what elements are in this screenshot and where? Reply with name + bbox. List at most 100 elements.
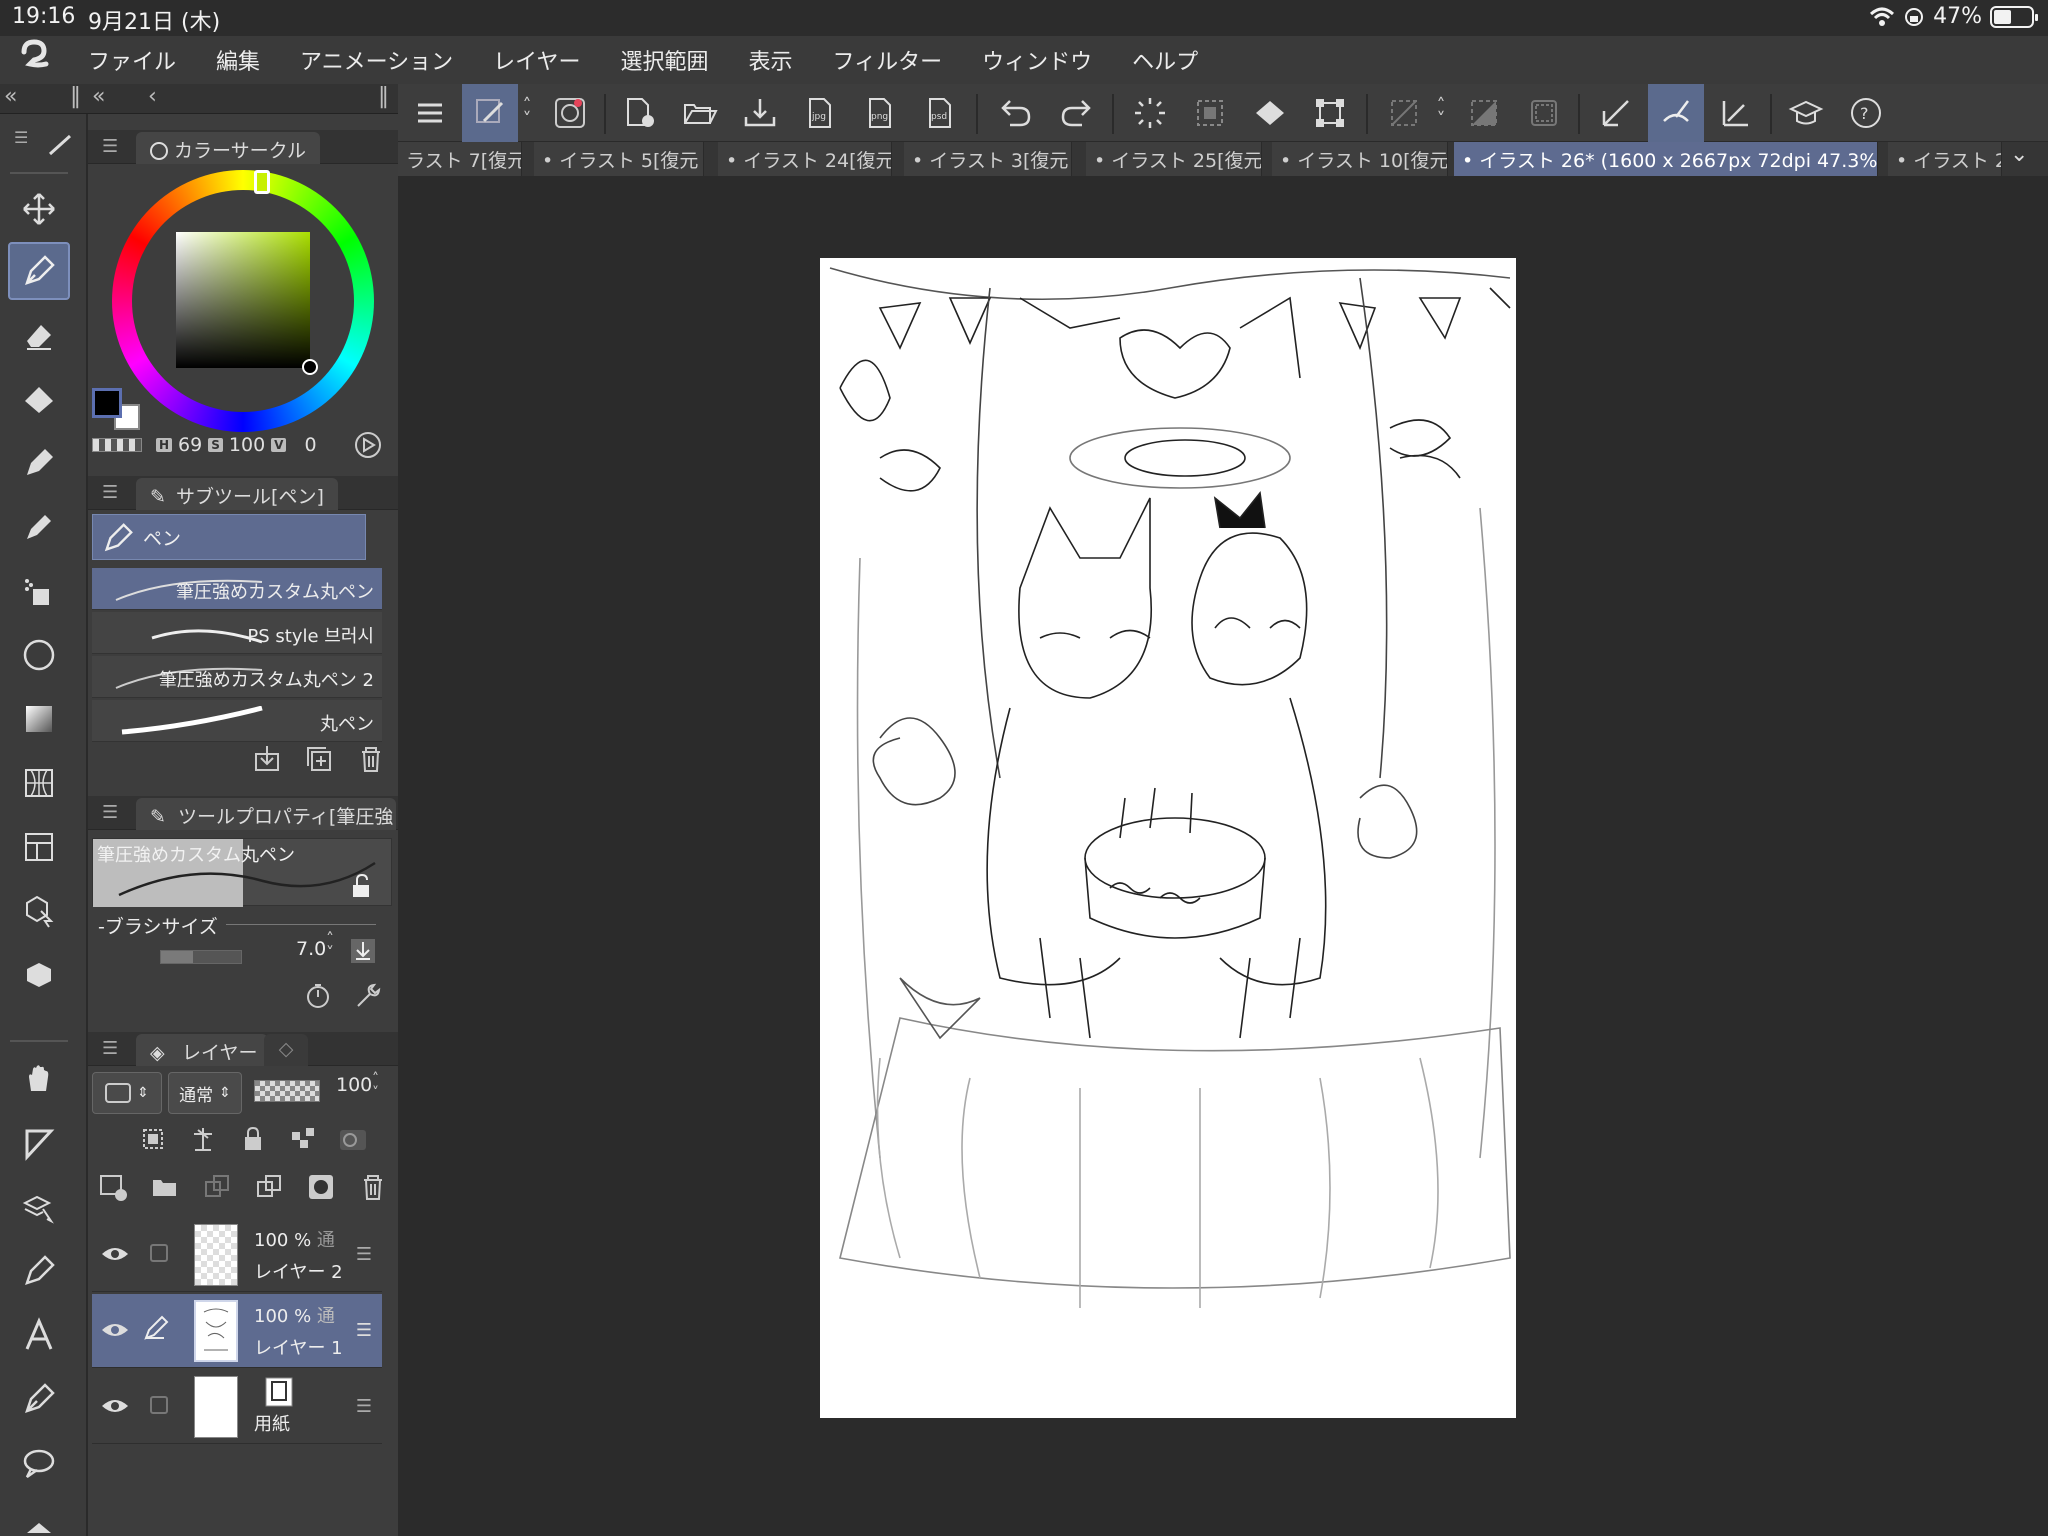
redo-button[interactable] (1048, 84, 1104, 142)
palette-menu-icon[interactable]: ☰ (14, 128, 28, 147)
layer-row[interactable]: 用紙 ☰ (92, 1370, 382, 1444)
chevron-left-icon[interactable]: ‹ (148, 84, 157, 109)
sub-pen-tool[interactable] (8, 1242, 70, 1300)
menu-filter[interactable]: フィルター (813, 44, 963, 76)
menu-view[interactable]: 表示 (729, 44, 813, 76)
layer-select-tool[interactable] (8, 1178, 70, 1236)
menu-edit[interactable]: 編集 (196, 44, 280, 76)
rotate-view-tool[interactable] (8, 1114, 70, 1172)
pen-alt-tool[interactable] (8, 434, 70, 492)
document-tab-active[interactable]: • イラスト 26* (1600 x 2667px 72dpi 47.3%) (1454, 142, 1878, 176)
clip-layer-icon[interactable] (138, 1124, 168, 1154)
pen-tool[interactable] (8, 242, 70, 300)
drawing-canvas[interactable] (820, 258, 1516, 1418)
hand-tool[interactable] (8, 1050, 70, 1108)
ruler-tool[interactable] (8, 754, 70, 812)
export-jpg-button[interactable]: jpg (792, 84, 848, 142)
tab-tool-property[interactable]: ✎ ツールプロパティ[筆圧強 (136, 798, 396, 830)
undo-button[interactable] (988, 84, 1044, 142)
layer-select-checkbox[interactable] (150, 1244, 168, 1262)
pencil-tool[interactable] (8, 498, 70, 556)
palette-menu-icon[interactable]: ☰ (102, 482, 118, 503)
deselect-button[interactable] (1376, 84, 1432, 142)
tab-subtool[interactable]: ✎ サブツール[ペン] (136, 478, 338, 510)
tab-overflow-chevron-icon[interactable]: ⌄ (2010, 142, 2028, 167)
object-tool[interactable] (8, 882, 70, 940)
open-button[interactable] (672, 84, 728, 142)
duplicate-icon[interactable] (304, 744, 334, 774)
document-tab[interactable]: ラスト 7[復元 (398, 142, 522, 176)
frame-tool[interactable] (8, 818, 70, 876)
lock-transparency-icon[interactable] (288, 1124, 318, 1154)
companion-button[interactable] (542, 84, 598, 142)
menu-window[interactable]: ウィンドウ (962, 44, 1112, 76)
palette-menu-icon[interactable]: ☰ (102, 1038, 118, 1059)
menu-help[interactable]: ヘルプ (1112, 44, 1218, 76)
palette-menu-icon[interactable]: ☰ (102, 136, 118, 157)
tab-layer[interactable]: ◈ レイヤー (136, 1034, 268, 1066)
text-tool[interactable] (8, 1306, 70, 1364)
layer-menu-icon[interactable]: ☰ (356, 1244, 372, 1265)
eraser-tool[interactable] (8, 306, 70, 364)
layer-row[interactable]: 100 % 通 レイヤー 2 ☰ (92, 1218, 382, 1292)
brush-item[interactable]: 筆圧強めカスタム丸ペン (92, 568, 382, 610)
trash-icon[interactable] (356, 744, 386, 774)
correction-tool[interactable] (8, 1498, 70, 1536)
invert-selection-button[interactable] (1456, 84, 1512, 142)
menu-animation[interactable]: アニメーション (280, 44, 473, 76)
document-tab[interactable]: • イラスト 25[復元 (1086, 142, 1262, 176)
transparent-color-icon[interactable] (92, 438, 142, 452)
fill-selection-button[interactable] (1242, 84, 1298, 142)
collapse-palette-icon[interactable]: « (92, 84, 105, 109)
3d-tool[interactable] (8, 946, 70, 1004)
brush-size-value[interactable]: 7.0 (296, 938, 326, 960)
loading-button[interactable] (1122, 84, 1178, 142)
expression-color-toggle[interactable]: ⇕ (92, 1072, 162, 1114)
layer-opacity-value[interactable]: 100 (336, 1074, 372, 1096)
merge-layer-icon[interactable] (254, 1172, 284, 1202)
grid-snap-button[interactable] (1708, 84, 1764, 142)
main-menu-button[interactable] (402, 84, 458, 142)
subtool-group-pen[interactable]: ペン (92, 514, 366, 560)
document-tab[interactable]: • イラスト 10[復元 (1272, 142, 1448, 176)
new-raster-layer-icon[interactable] (98, 1172, 128, 1202)
selection-border-button[interactable] (1516, 84, 1572, 142)
opacity-slider[interactable] (254, 1080, 320, 1102)
hue-marker[interactable] (254, 170, 270, 194)
learn-button[interactable] (1778, 84, 1834, 142)
saturation-value-square[interactable] (176, 232, 310, 368)
transfer-layer-icon[interactable] (202, 1172, 232, 1202)
help-button[interactable]: ? (1838, 84, 1894, 142)
new-canvas-button[interactable] (612, 84, 668, 142)
dock-grip-right-icon[interactable]: ‖ (378, 84, 389, 109)
lock-icon[interactable] (238, 1124, 268, 1154)
airbrush-tool[interactable] (8, 562, 70, 620)
new-folder-icon[interactable] (150, 1172, 180, 1202)
palette-menu-icon[interactable]: ☰ (102, 802, 118, 823)
fill-tool[interactable] (8, 370, 70, 428)
vector-pen-tool[interactable] (8, 1370, 70, 1428)
blend-mode-select[interactable]: 通常 ⇕ (168, 1072, 242, 1114)
reference-layer-icon[interactable] (188, 1124, 218, 1154)
menu-selection[interactable]: 選択範囲 (601, 44, 729, 76)
main-color-swatch[interactable] (92, 388, 122, 418)
eye-icon[interactable] (100, 1242, 130, 1266)
edit-mode-button[interactable] (462, 84, 518, 142)
edit-mode-stepper[interactable]: ˄ ˅ (512, 84, 542, 142)
brush-item[interactable]: 丸ペン (92, 700, 382, 742)
eye-icon[interactable] (100, 1394, 130, 1418)
color-mode-toggle-icon[interactable] (353, 430, 383, 460)
mask-toggle-icon[interactable] (338, 1124, 368, 1154)
eye-icon[interactable] (100, 1318, 130, 1342)
tab-color-circle[interactable]: カラーサークル (136, 132, 321, 164)
app-logo-icon[interactable] (0, 38, 68, 83)
tab-layer-property[interactable]: ◇ (264, 1034, 308, 1066)
select-all-button[interactable] (1182, 84, 1238, 142)
unlock-icon[interactable] (349, 873, 375, 899)
transform-button[interactable] (1302, 84, 1358, 142)
save-button[interactable] (732, 84, 788, 142)
download-icon[interactable] (252, 744, 282, 774)
gradient-tool[interactable] (8, 690, 70, 748)
menu-layer[interactable]: レイヤー (473, 44, 600, 76)
layer-row[interactable]: 100 % 通 レイヤー 1 ☰ (92, 1294, 382, 1368)
